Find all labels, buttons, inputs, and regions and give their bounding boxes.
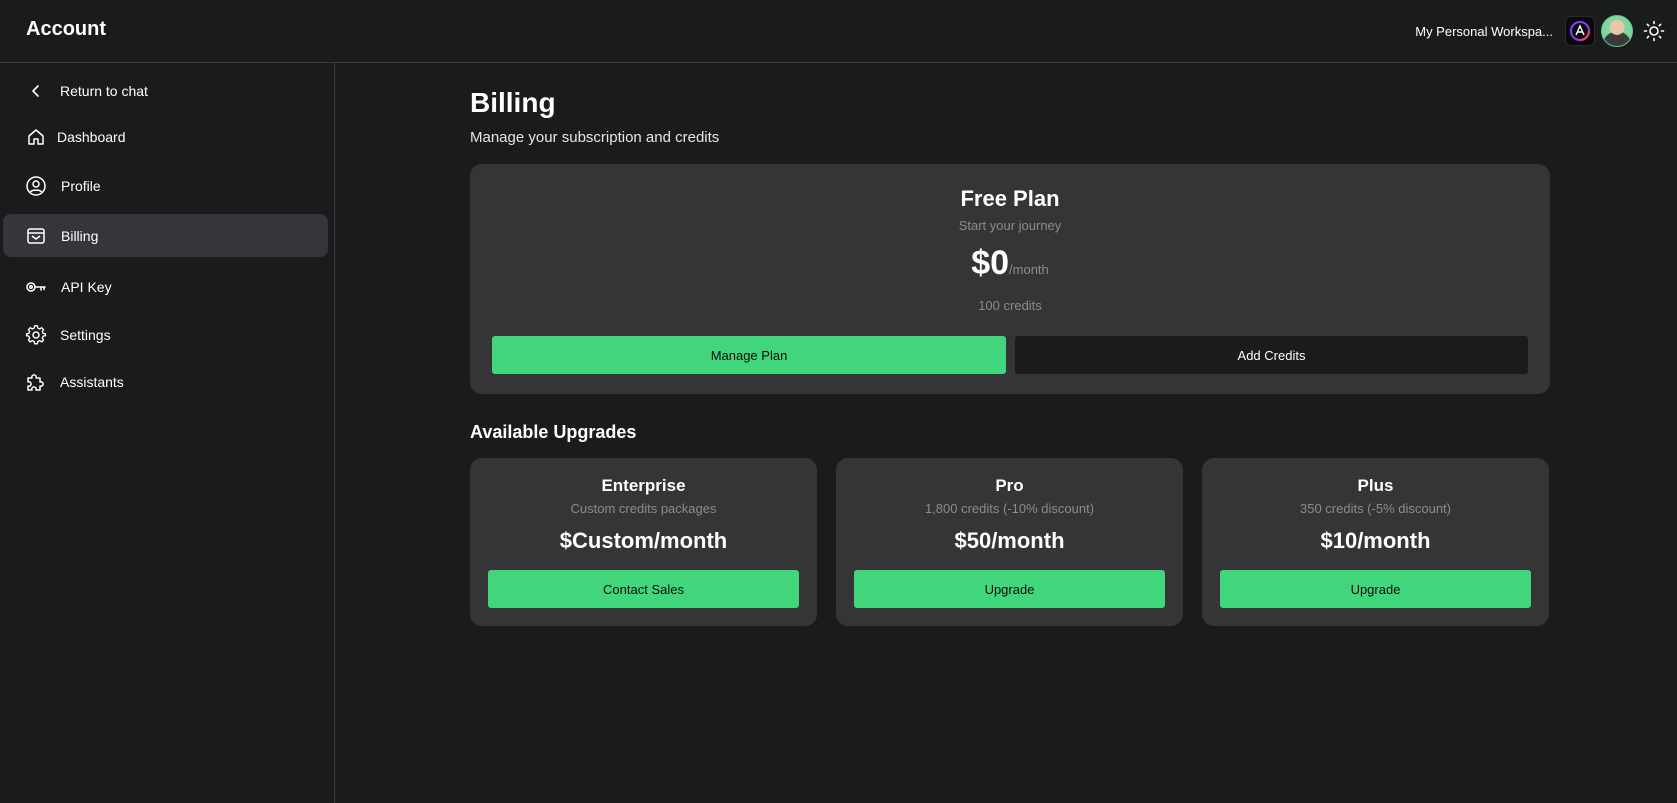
sidebar-item-label: Billing xyxy=(61,227,99,244)
plan-credits: 100 credits xyxy=(978,298,1042,313)
user-avatar[interactable] xyxy=(1601,15,1633,47)
sidebar-item-label: Dashboard xyxy=(57,128,126,145)
workspace-logo-icon[interactable] xyxy=(1565,16,1595,46)
sidebar-item-api-key[interactable]: API Key xyxy=(3,265,328,308)
sun-icon[interactable] xyxy=(1639,16,1669,46)
puzzle-icon xyxy=(25,371,47,393)
upgrade-card-pro: Pro 1,800 credits (-10% discount) $50/mo… xyxy=(836,458,1183,626)
plan-price: $0/month xyxy=(470,244,1550,283)
page-header-title: Account xyxy=(26,18,106,40)
upgrade-card-plus: Plus 350 credits (-5% discount) $10/mont… xyxy=(1202,458,1549,626)
top-bar: Account My Personal Workspa... xyxy=(0,0,1677,63)
plan-price-amount: $0 xyxy=(971,244,1010,282)
sidebar-item-label: Assistants xyxy=(60,373,124,390)
upgrade-price: $10/month xyxy=(1320,528,1431,553)
sidebar-item-label: Return to chat xyxy=(60,82,148,99)
upgrade-price: $50/month xyxy=(954,528,1065,553)
sidebar-item-label: API Key xyxy=(61,278,112,295)
sidebar-item-billing[interactable]: Billing xyxy=(3,214,328,257)
upgrade-card-enterprise: Enterprise Custom credits packages $Cust… xyxy=(470,458,817,626)
wallet-icon xyxy=(25,225,47,247)
upgrade-plus-button[interactable]: Upgrade xyxy=(1220,570,1531,608)
home-icon xyxy=(25,126,47,148)
upgrade-description: 350 credits (-5% discount) xyxy=(1299,501,1451,516)
sidebar-item-return-to-chat[interactable]: Return to chat xyxy=(3,69,328,112)
manage-plan-button[interactable]: Manage Plan xyxy=(492,336,1006,374)
upgrades-section-title: Available Upgrades xyxy=(470,422,637,442)
sidebar: Return to chat Dashboard Profile Billing… xyxy=(0,63,335,803)
user-circle-icon xyxy=(25,175,47,197)
plan-price-period: /month xyxy=(1009,262,1049,277)
topbar-actions: My Personal Workspa... xyxy=(1415,15,1669,47)
plan-tagline: Start your journey xyxy=(958,218,1062,233)
gear-icon xyxy=(25,324,47,346)
page-title: Billing xyxy=(470,87,556,118)
sidebar-item-assistants[interactable]: Assistants xyxy=(3,360,328,403)
upgrade-description: Custom credits packages xyxy=(570,501,717,516)
key-icon xyxy=(25,276,47,298)
chevron-left-icon xyxy=(25,80,47,102)
upgrade-description: 1,800 credits (-10% discount) xyxy=(924,501,1095,516)
sidebar-item-dashboard[interactable]: Dashboard xyxy=(3,115,328,158)
upgrade-name: Plus xyxy=(1357,476,1394,495)
add-credits-button[interactable]: Add Credits xyxy=(1015,336,1528,374)
sidebar-item-label: Settings xyxy=(60,326,111,343)
sidebar-item-settings[interactable]: Settings xyxy=(3,313,328,356)
plan-name: Free Plan xyxy=(960,186,1060,211)
upgrade-price: $Custom/month xyxy=(559,528,728,553)
page-subtitle: Manage your subscription and credits xyxy=(470,129,720,146)
upgrade-name: Pro xyxy=(995,476,1024,495)
contact-sales-button[interactable]: Contact Sales xyxy=(488,570,799,608)
workspace-switcher[interactable]: My Personal Workspa... xyxy=(1415,24,1553,39)
sidebar-item-profile[interactable]: Profile xyxy=(3,164,328,207)
upgrade-name: Enterprise xyxy=(601,476,686,495)
upgrade-pro-button[interactable]: Upgrade xyxy=(854,570,1165,608)
sidebar-item-label: Profile xyxy=(61,177,101,194)
current-plan-card: Free Plan Start your journey $0/month 10… xyxy=(470,164,1550,394)
